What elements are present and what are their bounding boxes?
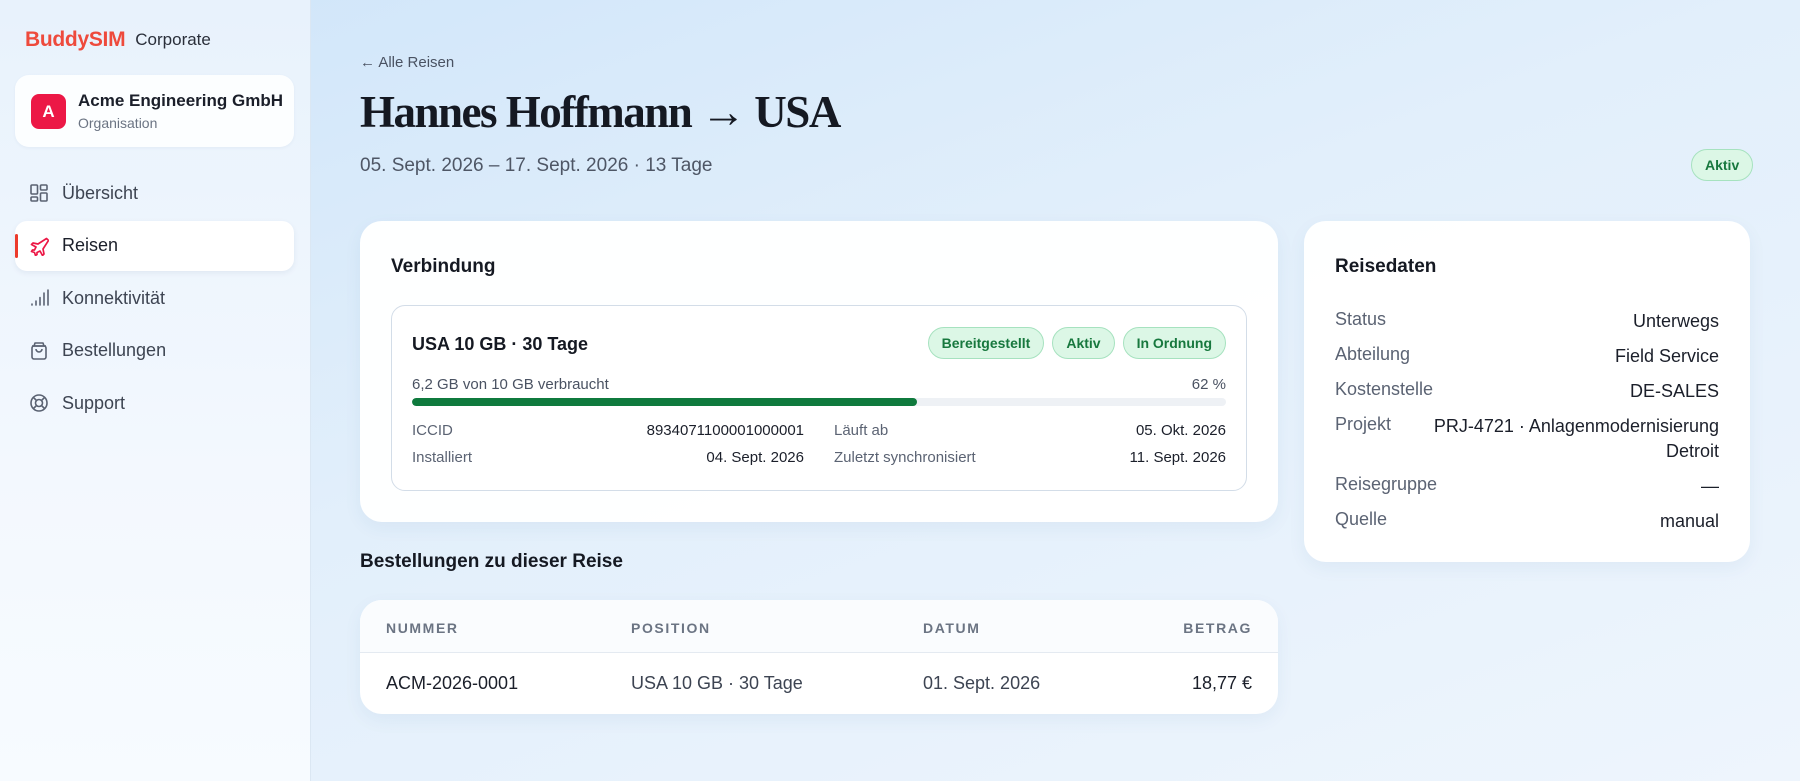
installed-value: 04. Sept. 2026	[706, 449, 804, 466]
iccid-field: ICCID 8934071100001000001	[412, 422, 804, 439]
signal-bars-icon	[31, 289, 49, 306]
organization-switcher[interactable]: A Acme Engineering GmbH Organisation	[15, 75, 294, 147]
travel-group-label: Reisegruppe	[1335, 474, 1438, 494]
status-badge: Aktiv	[1691, 149, 1754, 181]
trip-status-value: Unterwegs	[1632, 311, 1719, 331]
expiry-field: Läuft ab 05. Okt. 2026	[834, 422, 1226, 439]
trip-details-card: Reisedaten Status Unterwegs Abteilung Fi…	[1304, 221, 1750, 562]
grid-icon	[30, 184, 48, 202]
connection-card: Verbindung USA 10 GB · 30 Tage Bereitges…	[360, 221, 1278, 522]
travel-group-row: Reisegruppe —	[1335, 474, 1719, 496]
expiry-label: Läuft ab	[834, 422, 889, 439]
department-value: Field Service	[1614, 346, 1719, 366]
sidebar-item-label: Reisen	[62, 235, 119, 255]
data-usage-percent: 62 %	[1191, 376, 1226, 393]
data-usage-label: 6,2 GB von 10 GB verbraucht	[412, 376, 609, 393]
organization-role: Organisation	[78, 115, 158, 131]
data-usage-bar	[412, 398, 1226, 406]
source-row: Quelle manual	[1335, 509, 1719, 531]
orders-section-title: Bestellungen zu dieser Reise	[360, 551, 623, 572]
health-badge: In Ordnung	[1122, 327, 1226, 359]
order-amount: 18,77 €	[1191, 673, 1252, 693]
project-row: Projekt PRJ-4721 · Anlagenmodernisierung…	[1335, 414, 1719, 461]
cost-center-row: Kostenstelle DE-SALES	[1335, 379, 1719, 401]
connection-card-title: Verbindung	[391, 256, 496, 277]
sidebar-item-label: Konnektivität	[62, 287, 166, 308]
sidebar-item-label: Übersicht	[62, 182, 139, 203]
iccid-value: 8934071100001000001	[646, 422, 804, 439]
brand-product-label: Corporate	[135, 30, 211, 49]
page-title: Hannes Hoffmann → USA	[360, 87, 841, 137]
project-value-line-2: Detroit	[1665, 441, 1719, 461]
order-position: USA 10 GB · 30 Tage	[631, 673, 803, 693]
sidebar-item-support[interactable]: Support	[15, 378, 294, 428]
table-divider	[360, 652, 1278, 653]
lifebuoy-icon	[30, 394, 48, 412]
project-label: Projekt	[1335, 414, 1392, 434]
sidebar-nav: Übersicht Reisen Konnektivität Bestellun…	[15, 168, 294, 431]
last-sync-value: 11. Sept. 2026	[1129, 449, 1226, 466]
cost-center-label: Kostenstelle	[1335, 379, 1434, 399]
trip-date-range: 05. Sept. 2026 – 17. Sept. 2026 · 13 Tag…	[360, 155, 713, 176]
trip-status-row: Status Unterwegs	[1335, 309, 1719, 331]
organization-name: Acme Engineering GmbH	[78, 91, 283, 110]
iccid-label: ICCID	[412, 422, 453, 439]
source-label: Quelle	[1335, 509, 1388, 529]
order-number[interactable]: ACM-2026-0001	[386, 673, 518, 694]
back-link[interactable]: ← Alle Reisen	[360, 54, 454, 71]
column-header-amount[interactable]: BETRAG	[1183, 620, 1252, 636]
department-row: Abteilung Field Service	[1335, 344, 1719, 366]
cost-center-value: DE-SALES	[1629, 381, 1719, 401]
source-value: manual	[1659, 511, 1719, 531]
sidebar-item-reisen[interactable]: Reisen	[15, 220, 294, 271]
sidebar-item-konnektivitaet[interactable]: Konnektivität	[15, 273, 294, 323]
department-label: Abteilung	[1335, 344, 1411, 364]
trip-status-label: Status	[1335, 309, 1387, 329]
sidebar-item-uebersicht[interactable]: Übersicht	[15, 168, 294, 218]
provisioned-badge: Bereitgestellt	[927, 327, 1045, 359]
plan-name: USA 10 GB · 30 Tage	[412, 334, 589, 354]
column-header-date[interactable]: DATUM	[923, 620, 981, 636]
installed-field: Installiert 04. Sept. 2026	[412, 449, 804, 466]
last-sync-field: Zuletzt synchronisiert 11. Sept. 2026	[834, 449, 1226, 466]
order-date: 01. Sept. 2026	[923, 673, 1041, 693]
data-usage-bar-fill	[412, 398, 917, 406]
column-header-position[interactable]: POSITION	[631, 620, 711, 636]
sidebar-item-label: Support	[62, 392, 126, 413]
table-header	[360, 600, 1278, 652]
trip-details-title: Reisedaten	[1335, 256, 1437, 277]
active-badge: Aktiv	[1052, 327, 1115, 359]
project-value-line-1: PRJ-4721 · Anlagenmodernisierung	[1433, 416, 1719, 436]
brand-logo: BuddySIM	[25, 28, 126, 51]
shopping-bag-icon	[31, 341, 47, 360]
orders-table: NUMMER POSITION DATUM BETRAG ACM-2026-00…	[360, 600, 1278, 714]
airplane-icon	[30, 237, 49, 256]
plan-status-badges: Bereitgestellt Aktiv In Ordnung	[927, 327, 1226, 359]
sidebar-item-bestellungen[interactable]: Bestellungen	[15, 326, 294, 376]
organization-avatar: A	[31, 94, 66, 129]
travel-group-value: —	[1701, 476, 1719, 496]
column-header-number[interactable]: NUMMER	[386, 620, 459, 636]
project-value: PRJ-4721 · Anlagenmodernisierung Detroit	[1434, 414, 1719, 464]
esim-plan-panel: USA 10 GB · 30 Tage Bereitgestellt Aktiv…	[391, 305, 1247, 491]
expiry-value: 05. Okt. 2026	[1135, 422, 1226, 439]
sidebar-item-label: Bestellungen	[62, 340, 167, 360]
installed-label: Installiert	[412, 449, 473, 466]
brand[interactable]: BuddySIM Corporate	[25, 28, 211, 52]
last-sync-label: Zuletzt synchronisiert	[834, 449, 976, 466]
sidebar: BuddySIM Corporate A Acme Engineering Gm…	[0, 0, 311, 781]
